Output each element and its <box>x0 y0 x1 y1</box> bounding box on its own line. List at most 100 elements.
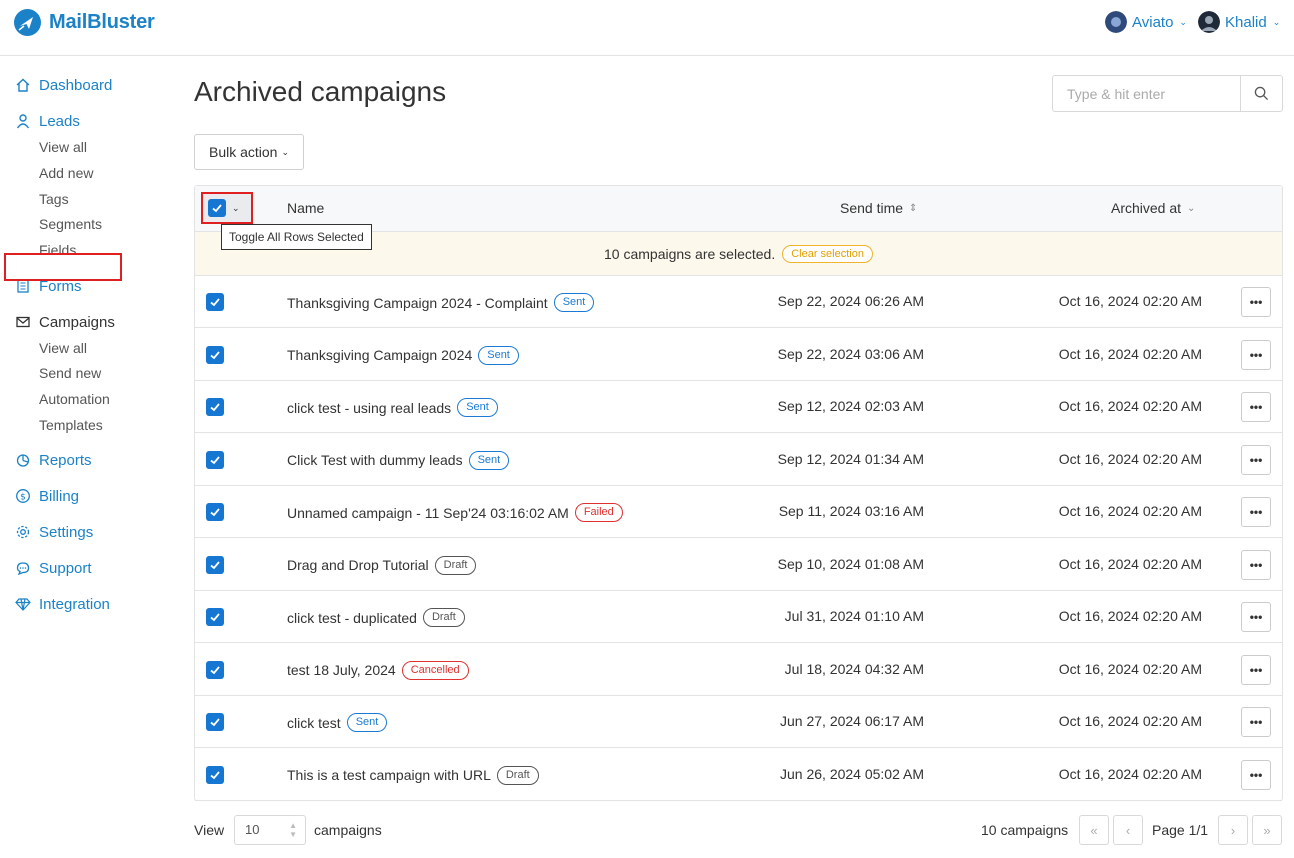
more-dots-icon: ••• <box>1249 610 1263 624</box>
row-actions-button[interactable]: ••• <box>1241 707 1271 737</box>
more-dots-icon: ••• <box>1249 400 1263 414</box>
sidebar-item-support[interactable]: Support <box>15 557 92 579</box>
org-switcher[interactable]: Aviato ⌄ <box>1105 11 1187 33</box>
clear-selection-button[interactable]: Clear selection <box>782 244 873 263</box>
select-all-toggle[interactable]: ⌄ <box>201 192 253 224</box>
sidebar-subitem-view-all-leads[interactable]: View all <box>39 137 87 157</box>
row-actions-button[interactable]: ••• <box>1241 392 1271 422</box>
row-checkbox[interactable] <box>206 608 224 626</box>
last-page-button[interactable]: » <box>1252 815 1282 845</box>
campaign-name[interactable]: click test <box>287 715 341 731</box>
user-avatar <box>1198 11 1220 33</box>
next-page-button[interactable]: › <box>1218 815 1248 845</box>
row-checkbox[interactable] <box>206 503 224 521</box>
campaign-name-cell[interactable]: Unnamed campaign - 11 Sep'24 03:16:02 AM… <box>287 503 623 522</box>
campaign-name[interactable]: test 18 July, 2024 <box>287 662 396 678</box>
table-row[interactable]: This is a test campaign with URL Draft Jun… <box>195 749 1282 801</box>
sort-desc-icon: ⌄ <box>1187 202 1196 214</box>
chevron-down-icon[interactable]: ⌄ <box>232 203 240 214</box>
table-row[interactable]: Thanksgiving Campaign 2024 Sent Sep 22, 20… <box>195 329 1282 381</box>
campaign-name[interactable]: Drag and Drop Tutorial <box>287 557 429 573</box>
row-actions-button[interactable]: ••• <box>1241 759 1271 790</box>
campaign-name-cell[interactable]: Thanksgiving Campaign 2024 - Complaint Se… <box>287 293 595 312</box>
sidebar-subitem-templates[interactable]: Templates <box>39 415 103 435</box>
row-actions-button[interactable]: ••• <box>1241 602 1271 632</box>
svg-text:$: $ <box>20 493 26 503</box>
search-input[interactable] <box>1053 76 1240 111</box>
table-row[interactable]: Unnamed campaign - 11 Sep'24 03:16:02 AM… <box>195 486 1282 538</box>
prev-page-button[interactable]: ‹ <box>1113 815 1143 845</box>
sidebar-subitem-tags[interactable]: Tags <box>39 189 69 209</box>
campaign-name[interactable]: This is a test campaign with URL <box>287 767 491 783</box>
table-row[interactable]: Drag and Drop Tutorial Draft Sep 10, 2024 … <box>195 539 1282 591</box>
row-actions-button[interactable]: ••• <box>1241 339 1271 370</box>
row-actions-button[interactable]: ••• <box>1241 497 1271 527</box>
campaign-name[interactable]: click test - using real leads <box>287 400 451 416</box>
campaign-name-cell[interactable]: test 18 July, 2024 Cancelled <box>287 660 469 680</box>
bulk-action-button[interactable]: Bulk action ⌄ <box>194 134 304 170</box>
row-actions-button[interactable]: ••• <box>1241 654 1271 685</box>
per-page-input[interactable]: 10 ▲ ▼ <box>234 815 306 845</box>
sidebar-item-integration[interactable]: Integration <box>15 593 110 615</box>
sidebar-subitem-segments[interactable]: Segments <box>39 214 102 234</box>
campaign-name-cell[interactable]: This is a test campaign with URL Draft <box>287 765 539 785</box>
row-actions-button[interactable]: ••• <box>1241 287 1271 317</box>
row-checkbox[interactable] <box>206 555 224 574</box>
table-row[interactable]: click test - duplicated Draft Jul 31, 2024… <box>195 591 1282 643</box>
sidebar-item-label: Support <box>39 559 92 577</box>
table-row[interactable]: test 18 July, 2024 Cancelled Jul 18, 2024 … <box>195 644 1282 696</box>
sidebar-subitem-automation[interactable]: Automation <box>39 389 110 409</box>
pie-chart-icon <box>16 454 30 467</box>
logo[interactable]: MailBluster <box>14 9 155 36</box>
row-checkbox[interactable] <box>206 450 224 469</box>
sidebar-item-leads[interactable]: Leads <box>15 110 80 132</box>
row-checkbox[interactable] <box>206 398 224 416</box>
campaign-name-cell[interactable]: click test - using real leads Sent <box>287 398 498 417</box>
campaign-name-cell[interactable]: click test Sent <box>287 713 388 732</box>
org-name: Aviato <box>1132 13 1174 31</box>
campaign-name[interactable]: Thanksgiving Campaign 2024 - Complaint <box>287 295 548 311</box>
checkmark-icon <box>210 770 220 779</box>
campaign-name-cell[interactable]: Click Test with dummy leads Sent <box>287 450 510 470</box>
row-checkbox[interactable] <box>206 345 224 364</box>
archived-at-cell: Oct 16, 2024 02:20 AM <box>1058 608 1202 624</box>
send-time-cell: Jul 31, 2024 01:10 AM <box>784 608 924 624</box>
campaign-name[interactable]: click test - duplicated <box>287 610 417 626</box>
campaign-name[interactable]: Unnamed campaign - 11 Sep'24 03:16:02 AM <box>287 505 569 521</box>
row-checkbox[interactable] <box>206 660 224 679</box>
sidebar-subitem-send-new[interactable]: Send new <box>39 363 101 383</box>
checkmark-icon <box>210 560 220 569</box>
search-button[interactable] <box>1240 76 1282 111</box>
table-row[interactable]: Thanksgiving Campaign 2024 - Complaint Se… <box>195 276 1282 328</box>
sidebar-item-billing[interactable]: $ Billing <box>15 485 79 507</box>
column-header-archived-at[interactable]: Archived at ⌄ <box>1111 200 1195 216</box>
send-time-cell: Sep 11, 2024 03:16 AM <box>778 503 924 519</box>
row-checkbox[interactable] <box>206 765 224 784</box>
row-actions-button[interactable]: ••• <box>1241 444 1271 475</box>
sidebar-subitem-view-all-campaigns[interactable]: View all <box>39 338 87 358</box>
campaign-name-cell[interactable]: click test - duplicated Draft <box>287 608 465 627</box>
status-badge: Draft <box>422 608 465 627</box>
campaign-name-cell[interactable]: Drag and Drop Tutorial Draft <box>287 555 477 575</box>
sidebar-item-campaigns[interactable]: Campaigns <box>15 311 115 333</box>
select-all-checkbox[interactable] <box>208 199 226 217</box>
dollar-icon: $ <box>16 489 30 503</box>
sidebar-item-settings[interactable]: Settings <box>15 521 93 543</box>
status-badge: Cancelled <box>401 660 469 680</box>
more-dots-icon: ••• <box>1249 505 1263 519</box>
user-menu[interactable]: Khalid ⌄ <box>1198 11 1280 33</box>
campaign-name-cell[interactable]: Thanksgiving Campaign 2024 Sent <box>287 345 519 365</box>
column-header-send-time[interactable]: Send time ⇕ <box>840 200 917 216</box>
table-row[interactable]: click test - using real leads Sent Sep 12,… <box>195 381 1282 433</box>
first-page-button[interactable]: « <box>1079 815 1109 845</box>
row-checkbox[interactable] <box>206 293 224 311</box>
sidebar-item-reports[interactable]: Reports <box>15 449 92 471</box>
table-row[interactable]: Click Test with dummy leads Sent Sep 12, 2… <box>195 434 1282 486</box>
table-row[interactable]: click test Sent Jun 27, 2024 06:17 AM Oct 1… <box>195 696 1282 748</box>
row-actions-button[interactable]: ••• <box>1241 549 1271 580</box>
row-checkbox[interactable] <box>206 713 224 731</box>
sidebar-item-dashboard[interactable]: Dashboard <box>15 74 112 96</box>
campaign-name[interactable]: Thanksgiving Campaign 2024 <box>287 347 472 363</box>
sidebar-subitem-add-new-lead[interactable]: Add new <box>39 163 93 183</box>
campaign-name[interactable]: Click Test with dummy leads <box>287 452 463 468</box>
